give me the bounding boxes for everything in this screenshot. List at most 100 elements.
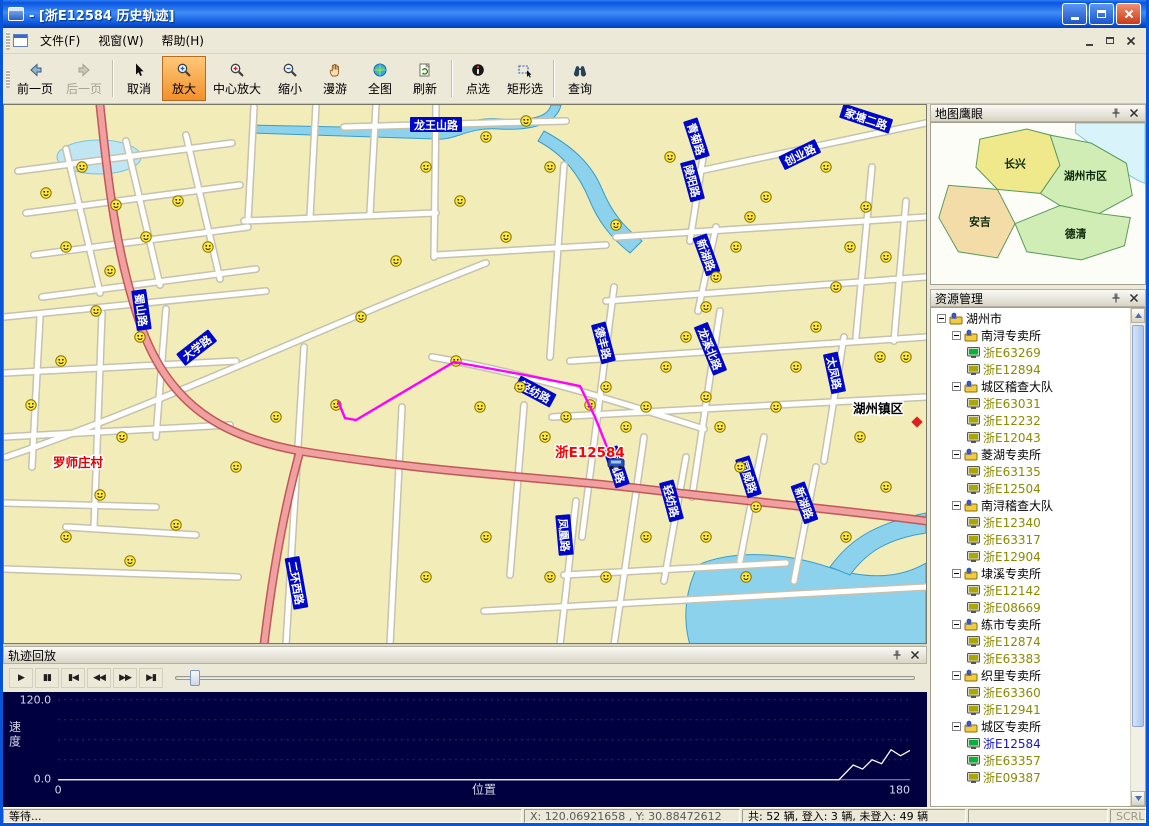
tree-item-vehicle[interactable]: 浙E12894: [933, 361, 1130, 378]
tree-item-vehicle[interactable]: 浙E08669: [933, 599, 1130, 616]
vehicle-marker-icon[interactable]: [735, 462, 745, 472]
toolbar-button-zoom-out[interactable]: 缩小: [268, 56, 312, 101]
vehicle-marker-icon[interactable]: [26, 400, 36, 410]
child-restore-button[interactable]: [1101, 33, 1119, 48]
playback-step-back-button[interactable]: ◀◀: [87, 668, 111, 688]
tree-item-group[interactable]: 菱湖专卖所: [933, 446, 1130, 463]
vehicle-marker-icon[interactable]: [61, 532, 71, 542]
vehicle-marker-icon[interactable]: [831, 282, 841, 292]
vehicle-marker-icon[interactable]: [271, 412, 281, 422]
vehicle-marker-icon[interactable]: [875, 352, 885, 362]
vehicle-marker-icon[interactable]: [356, 312, 366, 322]
vehicle-marker-icon[interactable]: [56, 356, 66, 366]
toolbar-button-rect-select[interactable]: 矩形选: [501, 56, 549, 101]
vehicle-marker-icon[interactable]: [701, 302, 711, 312]
vehicle-marker-icon[interactable]: [861, 202, 871, 212]
vehicle-marker-icon[interactable]: [117, 432, 127, 442]
tree-item-vehicle[interactable]: 浙E63135: [933, 463, 1130, 480]
vehicle-marker-icon[interactable]: [451, 356, 461, 366]
vehicle-marker-icon[interactable]: [501, 232, 511, 242]
vehicle-marker-icon[interactable]: [855, 432, 865, 442]
tree-item-vehicle[interactable]: 浙E12904: [933, 548, 1130, 565]
vehicle-marker-icon[interactable]: [745, 212, 755, 222]
child-minimize-button[interactable]: [1080, 33, 1098, 48]
toolbar-button-full-map[interactable]: 全图: [358, 56, 402, 101]
tree-item-vehicle[interactable]: 浙E63317: [933, 531, 1130, 548]
vehicle-marker-icon[interactable]: [841, 532, 851, 542]
menu-item-help[interactable]: 帮助(H): [153, 29, 213, 52]
scroll-thumb[interactable]: [1132, 325, 1144, 727]
tree-item-vehicle[interactable]: 浙E12043: [933, 429, 1130, 446]
vehicle-marker-icon[interactable]: [761, 192, 771, 202]
vehicle-marker-icon[interactable]: [715, 422, 725, 432]
vehicle-marker-icon[interactable]: [881, 252, 891, 262]
toolbar-grip[interactable]: [6, 70, 10, 88]
tree-item-group[interactable]: 南浔专卖所: [933, 327, 1130, 344]
vehicle-marker-icon[interactable]: [135, 332, 145, 342]
tree-item-vehicle[interactable]: 浙E12941: [933, 701, 1130, 718]
toolbar-button-point-select[interactable]: 点选: [456, 56, 500, 101]
close-panel-icon[interactable]: [1127, 106, 1141, 120]
tree-item-vehicle[interactable]: 浙E12874: [933, 633, 1130, 650]
toolbar-button-query[interactable]: 查询: [558, 56, 602, 101]
tree-scrollbar[interactable]: [1130, 308, 1145, 806]
collapse-expander-icon[interactable]: [937, 314, 946, 323]
vehicle-marker-icon[interactable]: [111, 200, 121, 210]
vehicle-marker-icon[interactable]: [141, 232, 151, 242]
vehicle-marker-icon[interactable]: [561, 412, 571, 422]
vehicle-marker-icon[interactable]: [601, 572, 611, 582]
tree-item-group[interactable]: 练市专卖所: [933, 616, 1130, 633]
vehicle-marker-icon[interactable]: [791, 362, 801, 372]
vehicle-marker-icon[interactable]: [105, 266, 115, 276]
scrollbar-track[interactable]: [1131, 323, 1145, 791]
pin-icon[interactable]: [1109, 106, 1123, 120]
tree-item-group[interactable]: 城区稽查大队: [933, 378, 1130, 395]
document-icon[interactable]: [13, 34, 28, 47]
toolbar-button-zoom-in[interactable]: 放大: [162, 56, 206, 101]
collapse-expander-icon[interactable]: [952, 382, 961, 391]
eagle-eye-map[interactable]: 长兴湖州市区安吉德清: [930, 122, 1146, 285]
vehicle-marker-icon[interactable]: [421, 162, 431, 172]
vehicle-marker-icon[interactable]: [741, 572, 751, 582]
tree-item-vehicle[interactable]: 浙E12142: [933, 582, 1130, 599]
toolbar-button-cancel[interactable]: 取消: [117, 56, 161, 101]
vehicle-marker-icon[interactable]: [545, 162, 555, 172]
collapse-expander-icon[interactable]: [952, 450, 961, 459]
tree-item-vehicle[interactable]: 浙E63269: [933, 344, 1130, 361]
playback-step-forward-button[interactable]: ▶▶: [113, 668, 137, 688]
slider-thumb[interactable]: [190, 670, 200, 686]
tree-item-vehicle[interactable]: 浙E12232: [933, 412, 1130, 429]
pin-icon[interactable]: [1109, 291, 1123, 305]
toolbar-button-next-page[interactable]: 后一页: [60, 56, 108, 101]
menu-item-file[interactable]: 文件(F): [31, 29, 89, 52]
tree-item-group[interactable]: 南浔稽查大队: [933, 497, 1130, 514]
tree-item-group[interactable]: 城区专卖所: [933, 718, 1130, 735]
collapse-expander-icon[interactable]: [952, 569, 961, 578]
vehicle-marker-icon[interactable]: [455, 196, 465, 206]
tree-item-vehicle[interactable]: 浙E12340: [933, 514, 1130, 531]
collapse-expander-icon[interactable]: [952, 620, 961, 629]
collapse-expander-icon[interactable]: [952, 722, 961, 731]
vehicle-marker-icon[interactable]: [641, 532, 651, 542]
tree-item-vehicle[interactable]: 浙E63383: [933, 650, 1130, 667]
close-panel-icon[interactable]: [1127, 291, 1141, 305]
vehicle-marker-icon[interactable]: [661, 362, 671, 372]
vehicle-marker-icon[interactable]: [621, 422, 631, 432]
vehicle-marker-icon[interactable]: [811, 322, 821, 332]
vehicle-marker-icon[interactable]: [515, 382, 525, 392]
vehicle-marker-icon[interactable]: [711, 272, 721, 282]
playback-play-button[interactable]: ▶: [9, 668, 33, 688]
vehicle-marker-icon[interactable]: [61, 242, 71, 252]
vehicle-marker-icon[interactable]: [95, 490, 105, 500]
vehicle-marker-icon[interactable]: [481, 132, 491, 142]
playback-pause-button[interactable]: ▮▮: [35, 668, 59, 688]
vehicle-marker-icon[interactable]: [391, 256, 401, 266]
vehicle-marker-icon[interactable]: [641, 402, 651, 412]
vehicle-marker-icon[interactable]: [41, 188, 51, 198]
slider-groove[interactable]: [175, 676, 915, 680]
vehicle-marker-icon[interactable]: [481, 532, 491, 542]
playback-skip-start-button[interactable]: ▮◀: [61, 668, 85, 688]
toolbar-button-pan[interactable]: 漫游: [313, 56, 357, 101]
close-panel-icon[interactable]: [908, 648, 922, 662]
vehicle-marker-icon[interactable]: [173, 196, 183, 206]
